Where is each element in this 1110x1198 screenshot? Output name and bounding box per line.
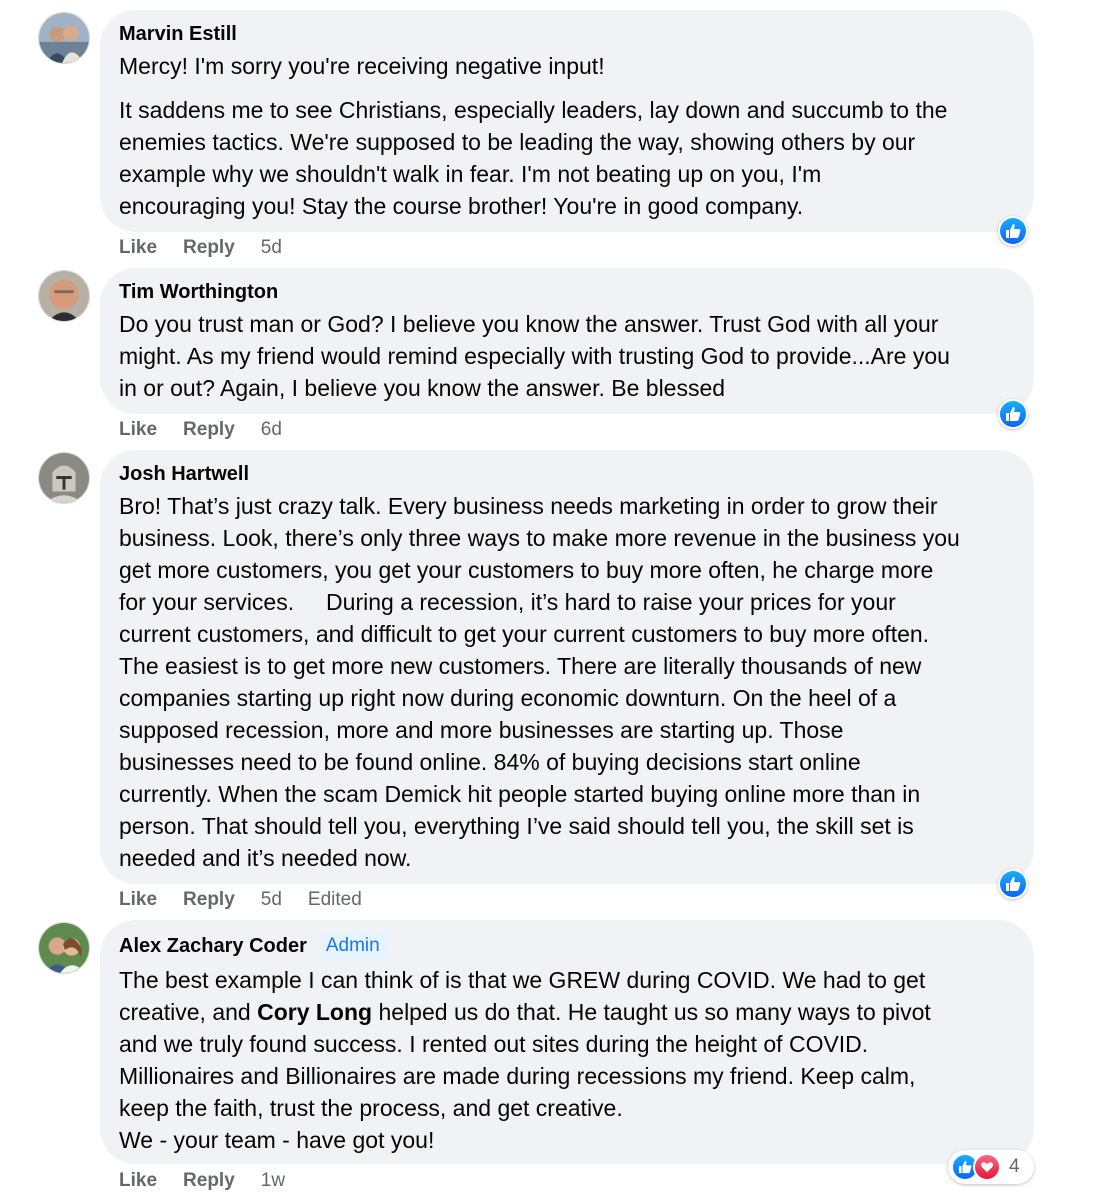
edited-label[interactable]: Edited — [308, 888, 362, 912]
reply-button[interactable]: Reply — [183, 418, 235, 442]
admin-badge[interactable]: Admin — [318, 932, 387, 960]
comment-text: Bro! That’s just crazy talk. Every busin… — [119, 493, 960, 871]
avatar[interactable] — [38, 270, 90, 322]
comment-timestamp[interactable]: 5d — [261, 888, 282, 912]
reply-button[interactable]: Reply — [183, 1169, 235, 1193]
comment-bubble: Alex Zachary Coder Admin The best exampl… — [100, 920, 1034, 1164]
comment-author[interactable]: Josh Hartwell — [119, 462, 1015, 486]
like-reaction-badge[interactable] — [998, 399, 1028, 429]
like-button[interactable]: Like — [119, 888, 157, 912]
like-button[interactable]: Like — [119, 236, 157, 260]
comment-timestamp[interactable]: 5d — [261, 236, 282, 260]
comment-bubble: Josh Hartwell Bro! That’s just crazy tal… — [100, 450, 1034, 884]
comment-text: It saddens me to see Christians, especia… — [119, 97, 948, 219]
reply-button[interactable]: Reply — [183, 888, 235, 912]
like-reaction-badge[interactable] — [998, 216, 1028, 246]
avatar-image — [39, 923, 89, 973]
comment-bubble: Marvin Estill Mercy! I'm sorry you're re… — [100, 10, 1034, 232]
comment-author[interactable]: Marvin Estill — [119, 22, 1015, 46]
comment-actions: Like Reply 5d Edited — [119, 888, 362, 912]
like-reaction-badge[interactable] — [998, 869, 1028, 899]
comment-text: Mercy! I'm sorry you're receiving negati… — [119, 53, 605, 79]
comment-timestamp[interactable]: 6d — [261, 418, 282, 442]
avatar[interactable] — [38, 12, 90, 64]
comment-actions: Like Reply 1w — [119, 1169, 285, 1193]
like-icon — [1000, 401, 1026, 427]
like-icon — [1000, 871, 1026, 897]
avatar-image — [39, 453, 89, 503]
comment-actions: Like Reply 5d — [119, 236, 282, 260]
avatar[interactable] — [38, 452, 90, 504]
avatar[interactable] — [38, 922, 90, 974]
mention-link[interactable]: Cory Long — [257, 999, 372, 1025]
comment-actions: Like Reply 6d — [119, 418, 282, 442]
reactions-summary[interactable]: 4 — [948, 1150, 1034, 1184]
reply-button[interactable]: Reply — [183, 236, 235, 260]
reaction-count: 4 — [1009, 1156, 1020, 1177]
comment-bubble: Tim Worthington Do you trust man or God?… — [100, 268, 1034, 414]
comment-author[interactable]: Alex Zachary Coder Admin — [119, 932, 1015, 960]
comment-timestamp[interactable]: 1w — [261, 1169, 285, 1193]
comment-author[interactable]: Tim Worthington — [119, 280, 1015, 304]
like-button[interactable]: Like — [119, 418, 157, 442]
like-button[interactable]: Like — [119, 1169, 157, 1193]
avatar-image — [39, 13, 89, 63]
comment-text: The best example I can think of is that … — [119, 964, 1015, 1156]
love-icon — [973, 1153, 1001, 1181]
comment-text: Do you trust man or God? I believe you k… — [119, 311, 950, 401]
like-icon — [1000, 218, 1026, 244]
avatar-image — [39, 271, 89, 321]
